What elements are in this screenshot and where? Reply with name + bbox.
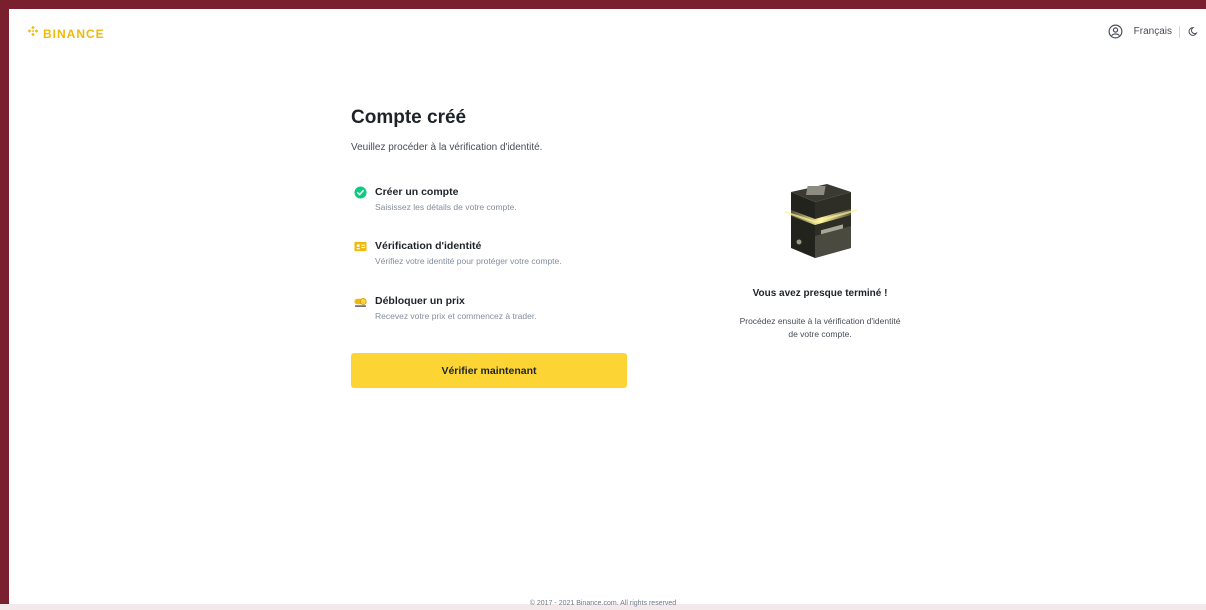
moon-icon[interactable]: [1187, 26, 1198, 37]
step-title: Vérification d'identité: [375, 240, 482, 252]
page-subtitle: Veuillez procéder à la vérification d'id…: [351, 142, 543, 153]
almost-done-description: Procédez ensuite à la vérification d'ide…: [700, 315, 940, 341]
window-frame-left: [0, 0, 9, 610]
reward-icon: [354, 295, 367, 308]
step-unlock-prize: Débloquer un prix Recevez votre prix et …: [354, 294, 537, 322]
step-title: Créer un compte: [375, 186, 459, 198]
almost-done-title: Vous avez presque terminé !: [752, 288, 888, 299]
step-description: Recevez votre prix et commencez à trader…: [375, 311, 537, 321]
check-circle-icon: [354, 186, 367, 199]
divider: [1179, 25, 1180, 38]
id-card-icon: [354, 240, 367, 253]
step-description: Saisissez les détails de votre compte.: [375, 202, 517, 212]
user-icon[interactable]: [1108, 24, 1123, 39]
step-create-account: Créer un compte Saisissez les détails de…: [354, 185, 517, 213]
window-frame-top: [0, 0, 1206, 9]
header-actions: Français: [1108, 24, 1198, 39]
logo-text: BINANCE: [43, 26, 105, 41]
footer-copyright: © 2017 - 2021 Binance.com. All rights re…: [529, 600, 677, 607]
language-selector[interactable]: Français: [1134, 26, 1172, 37]
verify-now-button[interactable]: Vérifier maintenant: [351, 353, 627, 388]
description-line: Procédez ensuite à la vérification d'ide…: [739, 316, 901, 326]
page-title: Compte créé: [351, 107, 467, 128]
description-line: de votre compte.: [788, 329, 852, 339]
step-description: Vérifiez votre identité pour protéger vo…: [375, 256, 562, 266]
step-identity-verification: Vérification d'identité Vérifiez votre i…: [354, 239, 562, 267]
step-title: Débloquer un prix: [375, 295, 465, 307]
binance-logo[interactable]: BINANCE: [26, 24, 105, 43]
binance-logo-icon: [26, 24, 40, 43]
box-illustration: [777, 178, 859, 266]
